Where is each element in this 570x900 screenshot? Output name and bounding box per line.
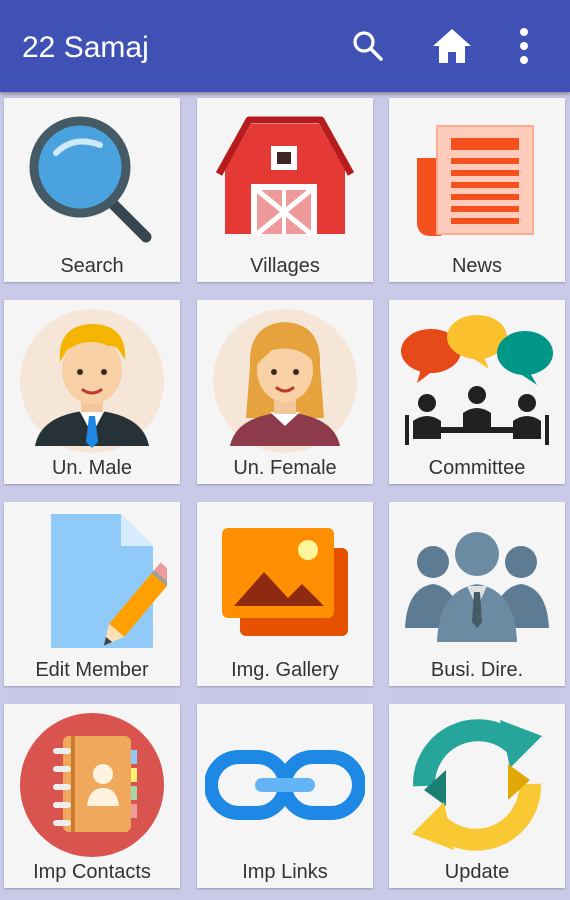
tile-label: Un. Male [51,457,133,479]
tile-label: Busi. Dire. [430,659,524,681]
tile-label: Un. Female [233,457,337,479]
tile-update[interactable]: Update [389,704,565,888]
tile-label: News [451,255,502,277]
tile-label: Imp Links [242,861,328,883]
home-icon [433,29,471,63]
search-button[interactable] [344,22,392,70]
tile-label: Committee [428,457,526,479]
tile-un-female[interactable]: Un. Female [197,300,373,484]
contacts-book-icon [4,710,180,860]
edit-document-icon [4,508,180,658]
magnifier-icon [4,104,180,254]
tile-label: Villages [250,255,320,277]
tile-label: Search [60,255,124,277]
refresh-arrows-icon [389,710,565,860]
tile-un-male[interactable]: Un. Male [4,300,180,484]
app-title: 22 Samaj [22,31,149,64]
home-button[interactable] [428,22,476,70]
newspaper-icon [389,104,565,254]
tile-label: Imp Contacts [33,861,151,883]
barn-icon [197,104,373,254]
image-gallery-icon [197,508,373,658]
business-people-icon [389,508,565,658]
tile-edit-member[interactable]: Edit Member [4,502,180,686]
female-avatar-icon [197,306,373,456]
menu-grid: Search Villages News Un. Male Un. Female… [0,92,570,900]
app-bar: 22 Samaj [0,0,570,92]
tile-villages[interactable]: Villages [197,98,373,282]
tile-committee[interactable]: Committee [389,300,565,484]
link-chain-icon [197,710,373,860]
male-avatar-icon [4,306,180,456]
search-icon [353,31,383,61]
tile-label: Update [444,861,510,883]
tile-imp-links[interactable]: Imp Links [197,704,373,888]
tile-search[interactable]: Search [4,98,180,282]
tile-news[interactable]: News [389,98,565,282]
tile-imp-contacts[interactable]: Imp Contacts [4,704,180,888]
tile-label: Edit Member [35,659,149,681]
tile-label: Img. Gallery [231,659,339,681]
tile-busi-dire[interactable]: Busi. Dire. [389,502,565,686]
more-vert-icon [520,28,528,64]
committee-icon [389,306,565,456]
tile-img-gallery[interactable]: Img. Gallery [197,502,373,686]
more-options-button[interactable] [500,22,548,70]
